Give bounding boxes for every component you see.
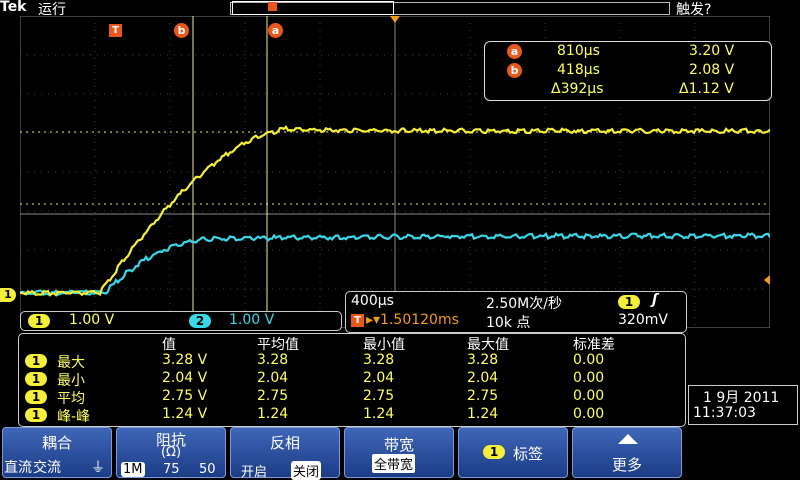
table-row: 1 平均 2.75 V 2.75 2.75 2.75 0.00 — [19, 388, 685, 407]
brand-logo: Tek — [0, 0, 27, 15]
row-min: 2.75 — [363, 388, 395, 404]
row-ch-badge: 1 — [25, 408, 47, 422]
row-ch-badge: 1 — [25, 390, 47, 404]
table-row: 1 峰-峰 1.24 V 1.24 1.24 1.24 0.00 — [19, 406, 685, 425]
row-std: 0.00 — [573, 352, 605, 368]
row-ch-badge: 1 — [25, 372, 47, 386]
cursor-b-time: 418µs — [557, 62, 600, 78]
row-max: 2.04 — [467, 370, 499, 386]
table-row: 1 最小 2.04 V 2.04 2.04 2.04 0.00 — [19, 370, 685, 389]
bottom-menu: 耦合 直流 交流 ⏚ 阻抗 (Ω) 1M 75 50 反相 开启 关闭 带宽 全… — [0, 427, 800, 480]
col-mean: 平均值 — [257, 337, 299, 353]
invert-button[interactable]: 反相 开启 关闭 — [230, 427, 340, 480]
cursor-delta-time: Δ392µs — [551, 81, 604, 97]
invert-title: 反相 — [269, 434, 300, 452]
row-min: 3.28 — [363, 352, 395, 368]
cursor-a-volt: 3.20 V — [689, 43, 735, 59]
cursor-a-time: 810µs — [557, 43, 600, 59]
cursor-a-badge: a — [507, 44, 522, 59]
cursor-b-marker[interactable]: b — [174, 23, 189, 38]
label-button[interactable]: 1 标签 — [458, 427, 568, 478]
trigger-position: ▸▾1.50120ms — [366, 312, 459, 328]
cursor-delta-volt: Δ1.12 V — [679, 81, 734, 97]
col-value: 值 — [162, 337, 176, 353]
ground-icon[interactable]: ⏚ — [91, 457, 105, 477]
time-per-div: 400µs — [351, 293, 394, 309]
invert-on-option[interactable]: 开启 — [241, 461, 267, 480]
col-std: 标准差 — [573, 337, 615, 353]
cursor-a-marker[interactable]: a — [268, 23, 283, 38]
row-name: 最小 — [57, 373, 85, 389]
col-min: 最小值 — [363, 337, 405, 353]
row-name: 峰-峰 — [57, 409, 91, 425]
bandwidth-title: 带宽 — [383, 436, 414, 454]
bandwidth-value: 全带宽 — [372, 454, 416, 473]
datetime-panel: 1 9月 2011 11:37:03 — [688, 385, 798, 425]
top-status-bar: Tek 运行 触发? — [0, 0, 800, 18]
row-value: 2.04 V — [162, 370, 208, 386]
impedance-button[interactable]: 阻抗 (Ω) 1M 75 50 — [116, 427, 226, 478]
channel-scale-panel: 1 1.00 V 2 1.00 V — [20, 311, 342, 331]
record-trigger-icon — [268, 2, 277, 11]
impedance-75-option[interactable]: 75 — [163, 462, 180, 477]
record-view-window[interactable] — [232, 1, 394, 15]
row-max: 2.75 — [467, 388, 499, 404]
row-std: 0.00 — [573, 370, 605, 386]
trigger-level: 320mV — [618, 312, 668, 328]
row-mean: 2.04 — [257, 370, 289, 386]
label-ch-badge: 1 — [483, 445, 505, 459]
cursor-b-volt: 2.08 V — [689, 62, 735, 78]
trigger-marker: T — [109, 24, 122, 37]
timebase-panel: 400µs 2.50M次/秒 1 ʃ T ▸▾1.50120ms 10k 点 3… — [345, 291, 687, 333]
row-mean: 2.75 — [257, 388, 289, 404]
row-name: 平均 — [57, 391, 85, 407]
row-mean: 1.24 — [257, 406, 289, 422]
record-length: 10k 点 — [486, 315, 531, 331]
ch1-badge[interactable]: 1 — [28, 314, 50, 328]
row-value: 3.28 V — [162, 352, 208, 368]
coupling-ac-option[interactable]: 交流 — [33, 457, 61, 477]
up-arrow-icon — [618, 434, 638, 444]
more-button[interactable]: 更多 — [572, 427, 682, 478]
ch2-scale: 1.00 V — [229, 312, 275, 328]
time-display: 11:37:03 — [693, 405, 756, 421]
row-max: 1.24 — [467, 406, 499, 422]
invert-off-option[interactable]: 关闭 — [291, 461, 322, 480]
cursor-readout-panel: a 810µs 3.20 V b 418µs 2.08 V Δ392µs Δ1.… — [484, 41, 772, 101]
col-max: 最大值 — [467, 337, 509, 353]
row-value: 2.75 V — [162, 388, 208, 404]
impedance-1m-option[interactable]: 1M — [121, 462, 145, 477]
row-std: 0.00 — [573, 406, 605, 422]
ch1-scale: 1.00 V — [69, 312, 115, 328]
ch2-badge[interactable]: 2 — [189, 314, 211, 328]
cursor-b-badge: b — [507, 63, 522, 78]
row-min: 1.24 — [363, 406, 395, 422]
row-std: 0.00 — [573, 388, 605, 404]
impedance-50-option[interactable]: 50 — [199, 462, 216, 477]
date-display: 1 9月 2011 — [703, 390, 780, 406]
row-value: 1.24 V — [162, 406, 208, 422]
coupling-dc-option[interactable]: 直流 — [4, 457, 32, 477]
coupling-button[interactable]: 耦合 直流 交流 ⏚ — [2, 427, 112, 478]
impedance-unit: (Ω) — [160, 445, 182, 460]
table-row: 1 最大 3.28 V 3.28 3.28 3.28 0.00 — [19, 352, 685, 371]
measurement-header-row: 值 平均值 最小值 最大值 标准差 — [19, 334, 685, 353]
coupling-title: 耦合 — [41, 434, 72, 452]
measurement-table: 值 平均值 最小值 最大值 标准差 1 最大 3.28 V 3.28 3.28 … — [18, 333, 686, 427]
bandwidth-button[interactable]: 带宽 全带宽 — [344, 427, 454, 478]
trigger-pos-icon: T — [351, 314, 364, 327]
label-title: 标签 — [513, 445, 544, 463]
more-title: 更多 — [611, 456, 642, 474]
trigger-slope-icon: ʃ — [652, 292, 658, 308]
trigger-source-badge: 1 — [618, 295, 640, 309]
row-max: 3.28 — [467, 352, 499, 368]
row-name: 最大 — [57, 355, 85, 371]
ch1-ground-marker[interactable]: 1 — [0, 288, 16, 302]
row-mean: 3.28 — [257, 352, 289, 368]
sample-rate: 2.50M次/秒 — [486, 296, 562, 312]
row-ch-badge: 1 — [25, 354, 47, 368]
row-min: 2.04 — [363, 370, 395, 386]
